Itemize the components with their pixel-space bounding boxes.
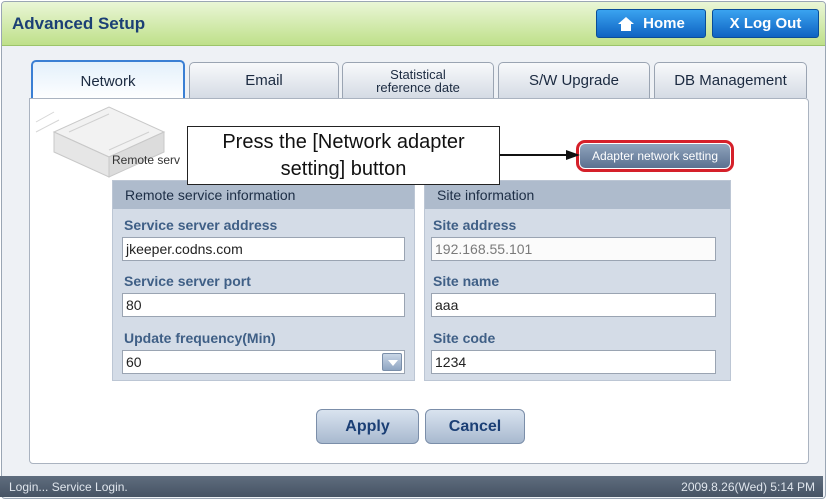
- remote-service-heading: Remote service information: [113, 181, 414, 209]
- tab-sw-upgrade[interactable]: S/W Upgrade: [498, 62, 650, 98]
- arrow-right-icon: [500, 150, 580, 160]
- service-server-port-label: Service server port: [124, 273, 251, 289]
- update-frequency-select[interactable]: 60: [122, 350, 405, 374]
- status-bar: Login... Service Login. 2009.8.26(Wed) 5…: [0, 476, 823, 497]
- service-server-port-input[interactable]: 80: [122, 293, 405, 317]
- tab-network[interactable]: Network: [31, 60, 185, 100]
- home-icon: [618, 16, 635, 31]
- site-address-label: Site address: [433, 217, 517, 233]
- status-message: Login... Service Login.: [9, 480, 128, 494]
- cancel-button[interactable]: Cancel: [425, 409, 525, 444]
- remote-service-label: Remote serv: [112, 153, 181, 167]
- site-information-heading: Site information: [425, 181, 730, 209]
- service-server-address-input[interactable]: jkeeper.codns.com: [122, 237, 405, 261]
- tab-stat-line2: reference date: [376, 79, 460, 95]
- tab-email[interactable]: Email: [189, 62, 339, 98]
- home-button-label: Home: [643, 15, 685, 32]
- adapter-network-setting-button[interactable]: Adapter network setting: [576, 140, 734, 172]
- update-frequency-value: 60: [126, 354, 142, 370]
- instruction-callout: Press the [Network adapter setting] butt…: [187, 126, 500, 185]
- site-code-label: Site code: [433, 330, 496, 346]
- chevron-down-icon[interactable]: [382, 353, 402, 371]
- page-title: Advanced Setup: [12, 14, 146, 33]
- update-frequency-label: Update frequency(Min): [124, 330, 276, 346]
- apply-button[interactable]: Apply: [316, 409, 419, 444]
- service-server-address-label: Service server address: [124, 217, 278, 233]
- site-name-input[interactable]: aaa: [431, 293, 716, 317]
- header-bar: Advanced Setup Home X Log Out: [2, 2, 825, 46]
- callout-line-2: setting] button: [280, 158, 407, 180]
- site-name-label: Site name: [433, 273, 500, 289]
- home-button[interactable]: Home: [596, 9, 706, 38]
- tab-stat-line1: Statistical: [390, 66, 446, 82]
- site-code-input[interactable]: 1234: [431, 350, 716, 374]
- logout-button[interactable]: X Log Out: [712, 9, 819, 38]
- status-datetime: 2009.8.26(Wed) 5:14 PM: [681, 480, 815, 494]
- callout-line-1: Press the [Network adapter: [222, 131, 465, 153]
- tab-statistical-reference-date[interactable]: Statistical reference date: [342, 62, 494, 98]
- tab-db-management[interactable]: DB Management: [654, 62, 807, 98]
- site-address-input[interactable]: 192.168.55.101: [431, 237, 716, 261]
